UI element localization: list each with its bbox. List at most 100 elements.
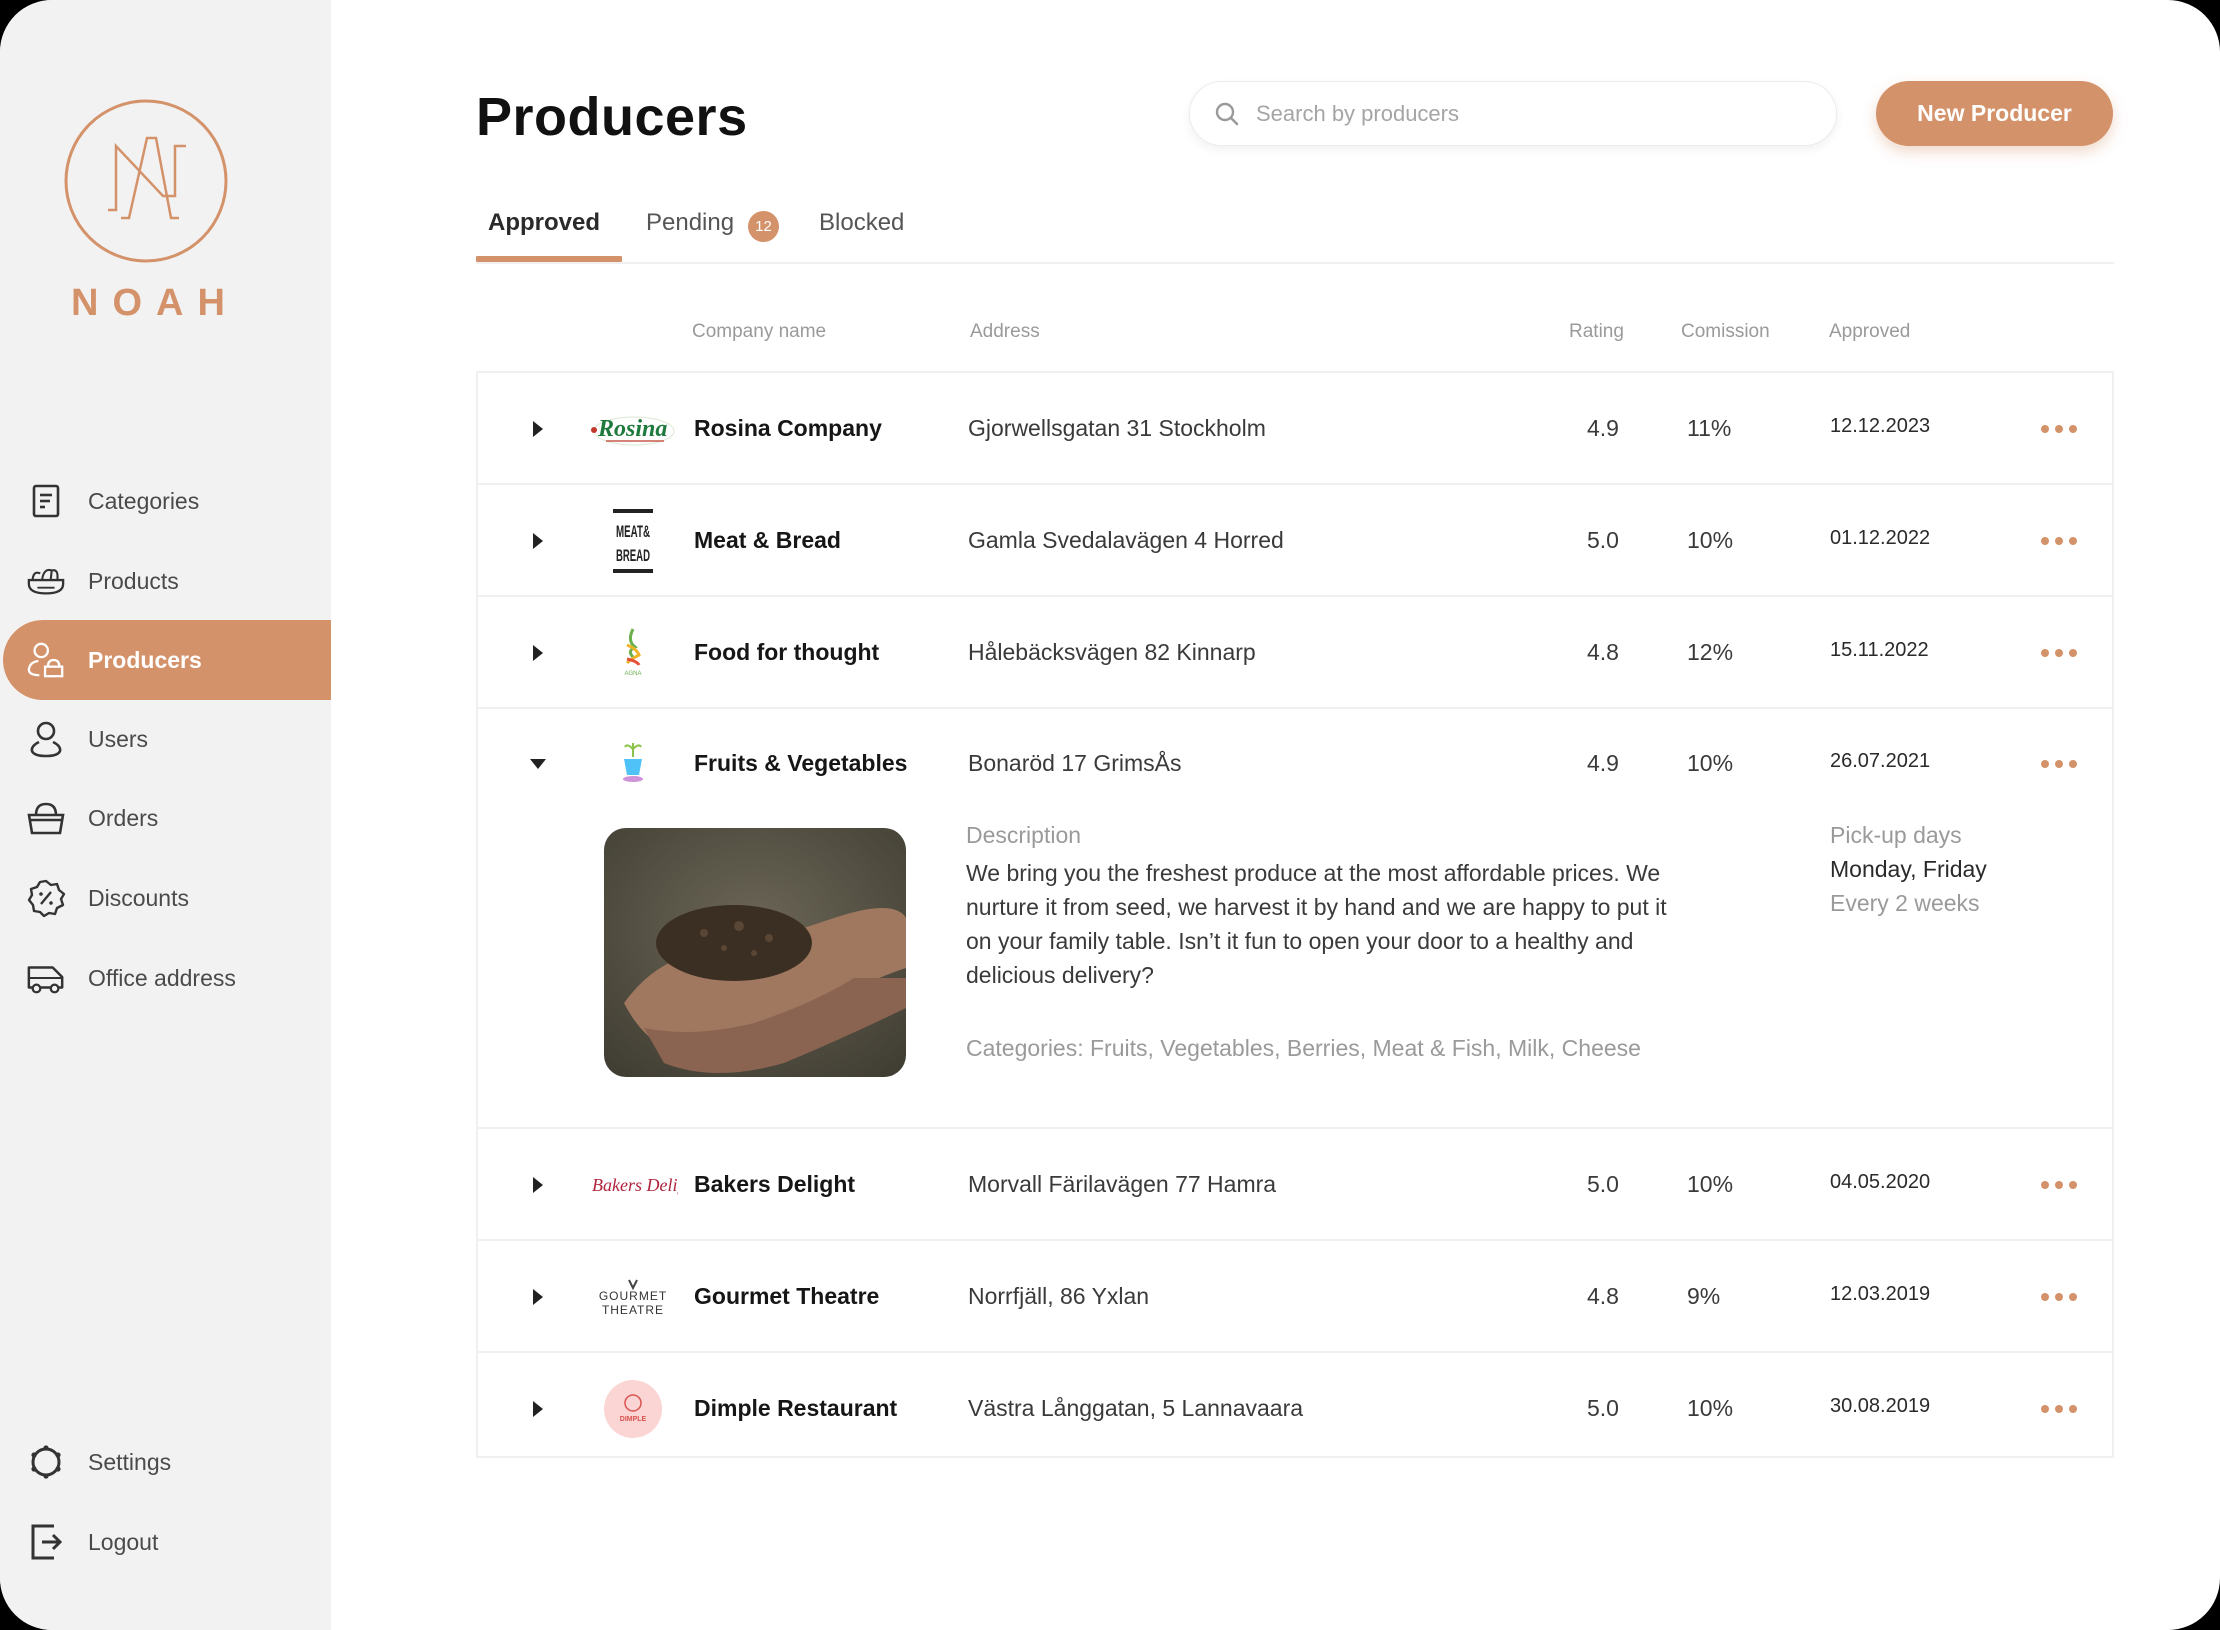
more-options-button[interactable] [2041, 1290, 2077, 1304]
caret-right-icon [533, 421, 543, 437]
brand-name: NOAH [71, 282, 239, 324]
sidebar-item-label: Settings [88, 1448, 172, 1475]
svg-text:MEAT&: MEAT& [616, 522, 650, 541]
expand-toggle[interactable] [528, 754, 548, 774]
company-address: Gamla Svedalavägen 4 Horred [968, 527, 1284, 553]
search-box[interactable] [1189, 81, 1837, 146]
company-commission: 10% [1687, 750, 1734, 776]
more-options-button[interactable] [2041, 1402, 2077, 1416]
pickup-days-value: Monday, Friday [1830, 856, 1987, 882]
expand-toggle[interactable] [528, 419, 548, 439]
page-title: Producers [476, 87, 748, 147]
column-header-rating[interactable]: Rating [1569, 321, 1624, 343]
sidebar-item-office-address[interactable]: Office address [0, 938, 331, 1018]
company-commission: 10% [1687, 1395, 1734, 1421]
sidebar-item-label: Orders [88, 804, 159, 831]
table-row[interactable]: Bakers Delight Bakers Delight Morvall Fä… [478, 1129, 2112, 1241]
pickup-days-label: Pick-up days [1830, 822, 1962, 848]
sidebar-item-logout[interactable]: Logout [0, 1502, 331, 1582]
more-options-button[interactable] [2041, 534, 2077, 548]
sidebar-item-categories[interactable]: Categories [0, 461, 331, 541]
approved-date: 30.08.2019 [1830, 1395, 1931, 1417]
expand-toggle[interactable] [528, 1287, 548, 1307]
company-logo: Bakers Delight [588, 1148, 678, 1222]
search-icon [1212, 99, 1242, 129]
expand-toggle[interactable] [528, 643, 548, 663]
more-options-button[interactable] [2041, 646, 2077, 660]
sidebar-item-label: Discounts [88, 884, 189, 911]
expand-toggle[interactable] [528, 1399, 548, 1419]
expand-toggle[interactable] [528, 1175, 548, 1195]
noah-logo-icon [64, 99, 228, 263]
search-input[interactable] [1256, 100, 1796, 127]
company-commission: 10% [1687, 527, 1734, 553]
expand-toggle[interactable] [528, 531, 548, 551]
approved-date: 26.07.2021 [1830, 750, 1931, 772]
tab-bar: Approved Pending 12 Blocked [476, 205, 2114, 264]
sidebar-item-settings[interactable]: Settings [0, 1422, 331, 1502]
company-name: Rosina Company [694, 415, 882, 441]
company-address: Gjorwellsgatan 31 Stockholm [968, 415, 1266, 441]
sidebar-item-products[interactable]: Products [0, 541, 331, 621]
table-row[interactable]: MEAT& BREAD Meat & Bread Gamla Svedalaväg… [478, 485, 2112, 597]
new-producer-button[interactable]: New Producer [1876, 81, 2113, 146]
sidebar-item-discounts[interactable]: Discounts [0, 858, 331, 938]
sidebar-item-label: Users [88, 725, 149, 752]
pending-count-badge: 12 [748, 211, 779, 242]
producer-photo [604, 828, 906, 1077]
description-label: Description [966, 822, 1082, 848]
more-options-button[interactable] [2041, 422, 2077, 436]
column-header-commission[interactable]: Comission [1681, 321, 1770, 343]
company-name: Gourmet Theatre [694, 1283, 880, 1309]
company-rating: 4.8 [1587, 639, 1619, 665]
company-address: Hålebäcksvägen 82 Kinnarp [968, 639, 1256, 665]
basket-icon [26, 798, 66, 838]
app-window: NOAH Categories Products Producers Users [0, 0, 2220, 1630]
column-header-company-name[interactable]: Company name [692, 321, 826, 343]
table-row[interactable]: GOURMET THEATRE Gourmet Theatre Norrfjäll… [478, 1241, 2112, 1353]
table-row[interactable]: Rosina Rosina Company Gjorwellsgatan 31 … [478, 373, 2112, 485]
company-name: Meat & Bread [694, 527, 841, 553]
table-row[interactable]: DIMPLE Dimple Restaurant Västra Långgata… [478, 1353, 2112, 1461]
company-rating: 4.9 [1587, 750, 1619, 776]
active-tab-indicator [476, 256, 622, 262]
description-text: We bring you the freshest produce at the… [966, 860, 1667, 988]
company-address: Norrfjäll, 86 Yxlan [968, 1283, 1150, 1309]
company-name: Dimple Restaurant [694, 1395, 898, 1421]
table-row[interactable]: Fruits & Vegetables Bonaröd 17 GrimsÅs 4… [478, 709, 2112, 1129]
tab-blocked[interactable]: Blocked [819, 209, 904, 237]
caret-right-icon [533, 1289, 543, 1305]
svg-text:DIMPLE: DIMPLE [620, 1416, 647, 1423]
document-list-icon [26, 481, 66, 521]
tab-approved[interactable]: Approved [488, 209, 600, 237]
approved-date: 15.11.2022 [1830, 639, 1929, 661]
column-header-address[interactable]: Address [970, 321, 1040, 343]
company-logo: Rosina [588, 392, 678, 466]
svg-text:BREAD: BREAD [616, 546, 650, 565]
company-address: Västra Långgatan, 5 Lannavaara [968, 1395, 1304, 1421]
approved-date: 12.03.2019 [1830, 1283, 1931, 1305]
caret-right-icon [533, 1401, 543, 1417]
company-commission: 12% [1687, 639, 1734, 665]
company-commission: 11% [1687, 415, 1732, 441]
sidebar-item-orders[interactable]: Orders [0, 778, 331, 858]
company-logo [588, 727, 678, 801]
user-basket-icon [26, 640, 66, 680]
table-row[interactable]: AGNA Food for thought Hålebäcksvägen 82 … [478, 597, 2112, 709]
sidebar-item-label: Products [88, 567, 179, 594]
company-rating: 4.8 [1587, 1283, 1619, 1309]
column-header-approved[interactable]: Approved [1829, 321, 1910, 343]
more-options-button[interactable] [2041, 757, 2077, 771]
approved-date: 12.12.2023 [1830, 415, 1931, 437]
sidebar-item-label: Producers [88, 646, 202, 673]
user-icon [26, 719, 66, 759]
approved-date: 04.05.2020 [1830, 1171, 1931, 1193]
categories-text: Categories: Fruits, Vegetables, Berries,… [966, 1035, 1641, 1061]
company-address: Bonaröd 17 GrimsÅs [968, 750, 1182, 776]
sidebar-item-label: Categories [88, 487, 200, 514]
company-commission: 9% [1687, 1283, 1721, 1309]
sidebar-item-producers[interactable]: Producers [3, 620, 331, 700]
sidebar-item-users[interactable]: Users [0, 699, 331, 779]
more-options-button[interactable] [2041, 1178, 2077, 1192]
tab-pending[interactable]: Pending [646, 209, 734, 237]
